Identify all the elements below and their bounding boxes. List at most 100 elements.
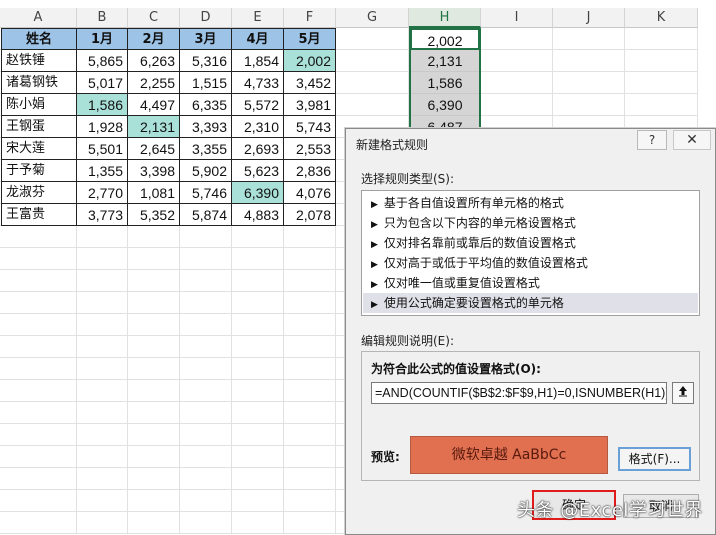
grid-cell[interactable] <box>180 424 232 446</box>
grid-cell[interactable] <box>180 468 232 490</box>
table-header[interactable]: 4月 <box>232 28 284 50</box>
grid-cell[interactable] <box>128 314 180 336</box>
grid-cell[interactable] <box>180 490 232 512</box>
table-value-cell[interactable]: 5,501 <box>77 138 128 160</box>
grid-cell[interactable] <box>0 248 77 270</box>
grid-cell[interactable] <box>77 424 128 446</box>
column-header-i[interactable]: I <box>481 8 553 28</box>
grid-cell[interactable] <box>128 402 180 424</box>
grid-cell[interactable] <box>336 94 409 116</box>
format-button[interactable]: 格式(F)... <box>618 447 691 471</box>
table-value-cell[interactable]: 2,553 <box>284 138 336 160</box>
column-h-cell[interactable]: 2,131 <box>410 50 480 72</box>
grid-cell[interactable] <box>180 314 232 336</box>
column-header-g[interactable]: G <box>336 8 409 28</box>
grid-cell[interactable] <box>180 512 232 534</box>
grid-cell[interactable] <box>284 446 336 468</box>
table-value-cell[interactable]: 1,515 <box>180 72 232 94</box>
table-name-cell[interactable]: 赵铁锤 <box>1 50 77 72</box>
table-name-cell[interactable]: 王富贵 <box>1 204 77 226</box>
grid-cell[interactable] <box>0 270 77 292</box>
table-value-cell[interactable]: 1,854 <box>232 50 284 72</box>
table-header[interactable]: 2月 <box>128 28 180 50</box>
table-value-cell[interactable]: 3,398 <box>128 160 180 182</box>
column-header-d[interactable]: D <box>180 8 232 28</box>
grid-cell[interactable] <box>0 226 77 248</box>
table-value-cell[interactable]: 2,693 <box>232 138 284 160</box>
grid-cell[interactable] <box>77 336 128 358</box>
grid-cell[interactable] <box>553 72 625 94</box>
grid-cell[interactable] <box>232 424 284 446</box>
grid-cell[interactable] <box>232 402 284 424</box>
grid-cell[interactable] <box>232 380 284 402</box>
table-value-cell[interactable]: 5,743 <box>284 116 336 138</box>
grid-cell[interactable] <box>625 50 698 72</box>
grid-cell[interactable] <box>128 468 180 490</box>
table-value-cell[interactable]: 5,017 <box>77 72 128 94</box>
table-value-cell[interactable]: 6,390 <box>232 182 284 204</box>
grid-cell[interactable] <box>180 402 232 424</box>
grid-cell[interactable] <box>336 72 409 94</box>
grid-cell[interactable] <box>232 226 284 248</box>
table-name-cell[interactable]: 王钢蛋 <box>1 116 77 138</box>
table-value-cell[interactable]: 1,586 <box>77 94 128 116</box>
grid-cell[interactable] <box>77 270 128 292</box>
grid-cell[interactable] <box>284 358 336 380</box>
grid-cell[interactable] <box>284 336 336 358</box>
grid-cell[interactable] <box>180 336 232 358</box>
grid-cell[interactable] <box>77 248 128 270</box>
table-value-cell[interactable]: 5,572 <box>232 94 284 116</box>
grid-cell[interactable] <box>180 226 232 248</box>
table-value-cell[interactable]: 2,836 <box>284 160 336 182</box>
grid-cell[interactable] <box>128 512 180 534</box>
table-value-cell[interactable]: 4,733 <box>232 72 284 94</box>
grid-cell[interactable] <box>553 94 625 116</box>
rule-type-item[interactable]: ▶ 使用公式确定要设置格式的单元格 <box>363 293 698 313</box>
table-name-cell[interactable]: 陈小娟 <box>1 94 77 116</box>
table-name-cell[interactable]: 于予菊 <box>1 160 77 182</box>
grid-cell[interactable] <box>232 270 284 292</box>
table-header[interactable]: 3月 <box>180 28 232 50</box>
grid-cell[interactable] <box>0 446 77 468</box>
grid-cell[interactable] <box>180 248 232 270</box>
table-value-cell[interactable]: 3,355 <box>180 138 232 160</box>
column-h-cell[interactable]: 2,002 <box>410 28 480 50</box>
grid-cell[interactable] <box>77 380 128 402</box>
table-value-cell[interactable]: 5,874 <box>180 204 232 226</box>
grid-cell[interactable] <box>77 402 128 424</box>
table-name-cell[interactable]: 诸葛钢铁 <box>1 72 77 94</box>
grid-cell[interactable] <box>336 28 409 50</box>
grid-cell[interactable] <box>284 226 336 248</box>
table-value-cell[interactable]: 2,310 <box>232 116 284 138</box>
grid-cell[interactable] <box>77 314 128 336</box>
table-value-cell[interactable]: 4,497 <box>128 94 180 116</box>
grid-cell[interactable] <box>77 468 128 490</box>
grid-cell[interactable] <box>232 512 284 534</box>
grid-cell[interactable] <box>128 446 180 468</box>
table-value-cell[interactable]: 2,002 <box>284 50 336 72</box>
grid-cell[interactable] <box>284 468 336 490</box>
grid-cell[interactable] <box>128 248 180 270</box>
grid-cell[interactable] <box>336 50 409 72</box>
grid-cell[interactable] <box>77 292 128 314</box>
table-value-cell[interactable]: 5,746 <box>180 182 232 204</box>
grid-cell[interactable] <box>284 402 336 424</box>
table-value-cell[interactable]: 3,452 <box>284 72 336 94</box>
grid-cell[interactable] <box>77 490 128 512</box>
table-value-cell[interactable]: 5,902 <box>180 160 232 182</box>
column-header-h[interactable]: H <box>409 8 481 28</box>
table-value-cell[interactable]: 1,081 <box>128 182 180 204</box>
rule-type-item[interactable]: ▶ 基于各自值设置所有单元格的格式 <box>363 193 698 213</box>
grid-cell[interactable] <box>0 424 77 446</box>
grid-cell[interactable] <box>180 446 232 468</box>
help-button[interactable]: ? <box>637 130 667 150</box>
table-value-cell[interactable]: 2,770 <box>77 182 128 204</box>
grid-cell[interactable] <box>128 292 180 314</box>
grid-cell[interactable] <box>77 512 128 534</box>
table-value-cell[interactable]: 2,131 <box>128 116 180 138</box>
grid-cell[interactable] <box>0 468 77 490</box>
table-value-cell[interactable]: 4,883 <box>232 204 284 226</box>
grid-cell[interactable] <box>284 424 336 446</box>
grid-cell[interactable] <box>481 94 553 116</box>
table-value-cell[interactable]: 3,773 <box>77 204 128 226</box>
